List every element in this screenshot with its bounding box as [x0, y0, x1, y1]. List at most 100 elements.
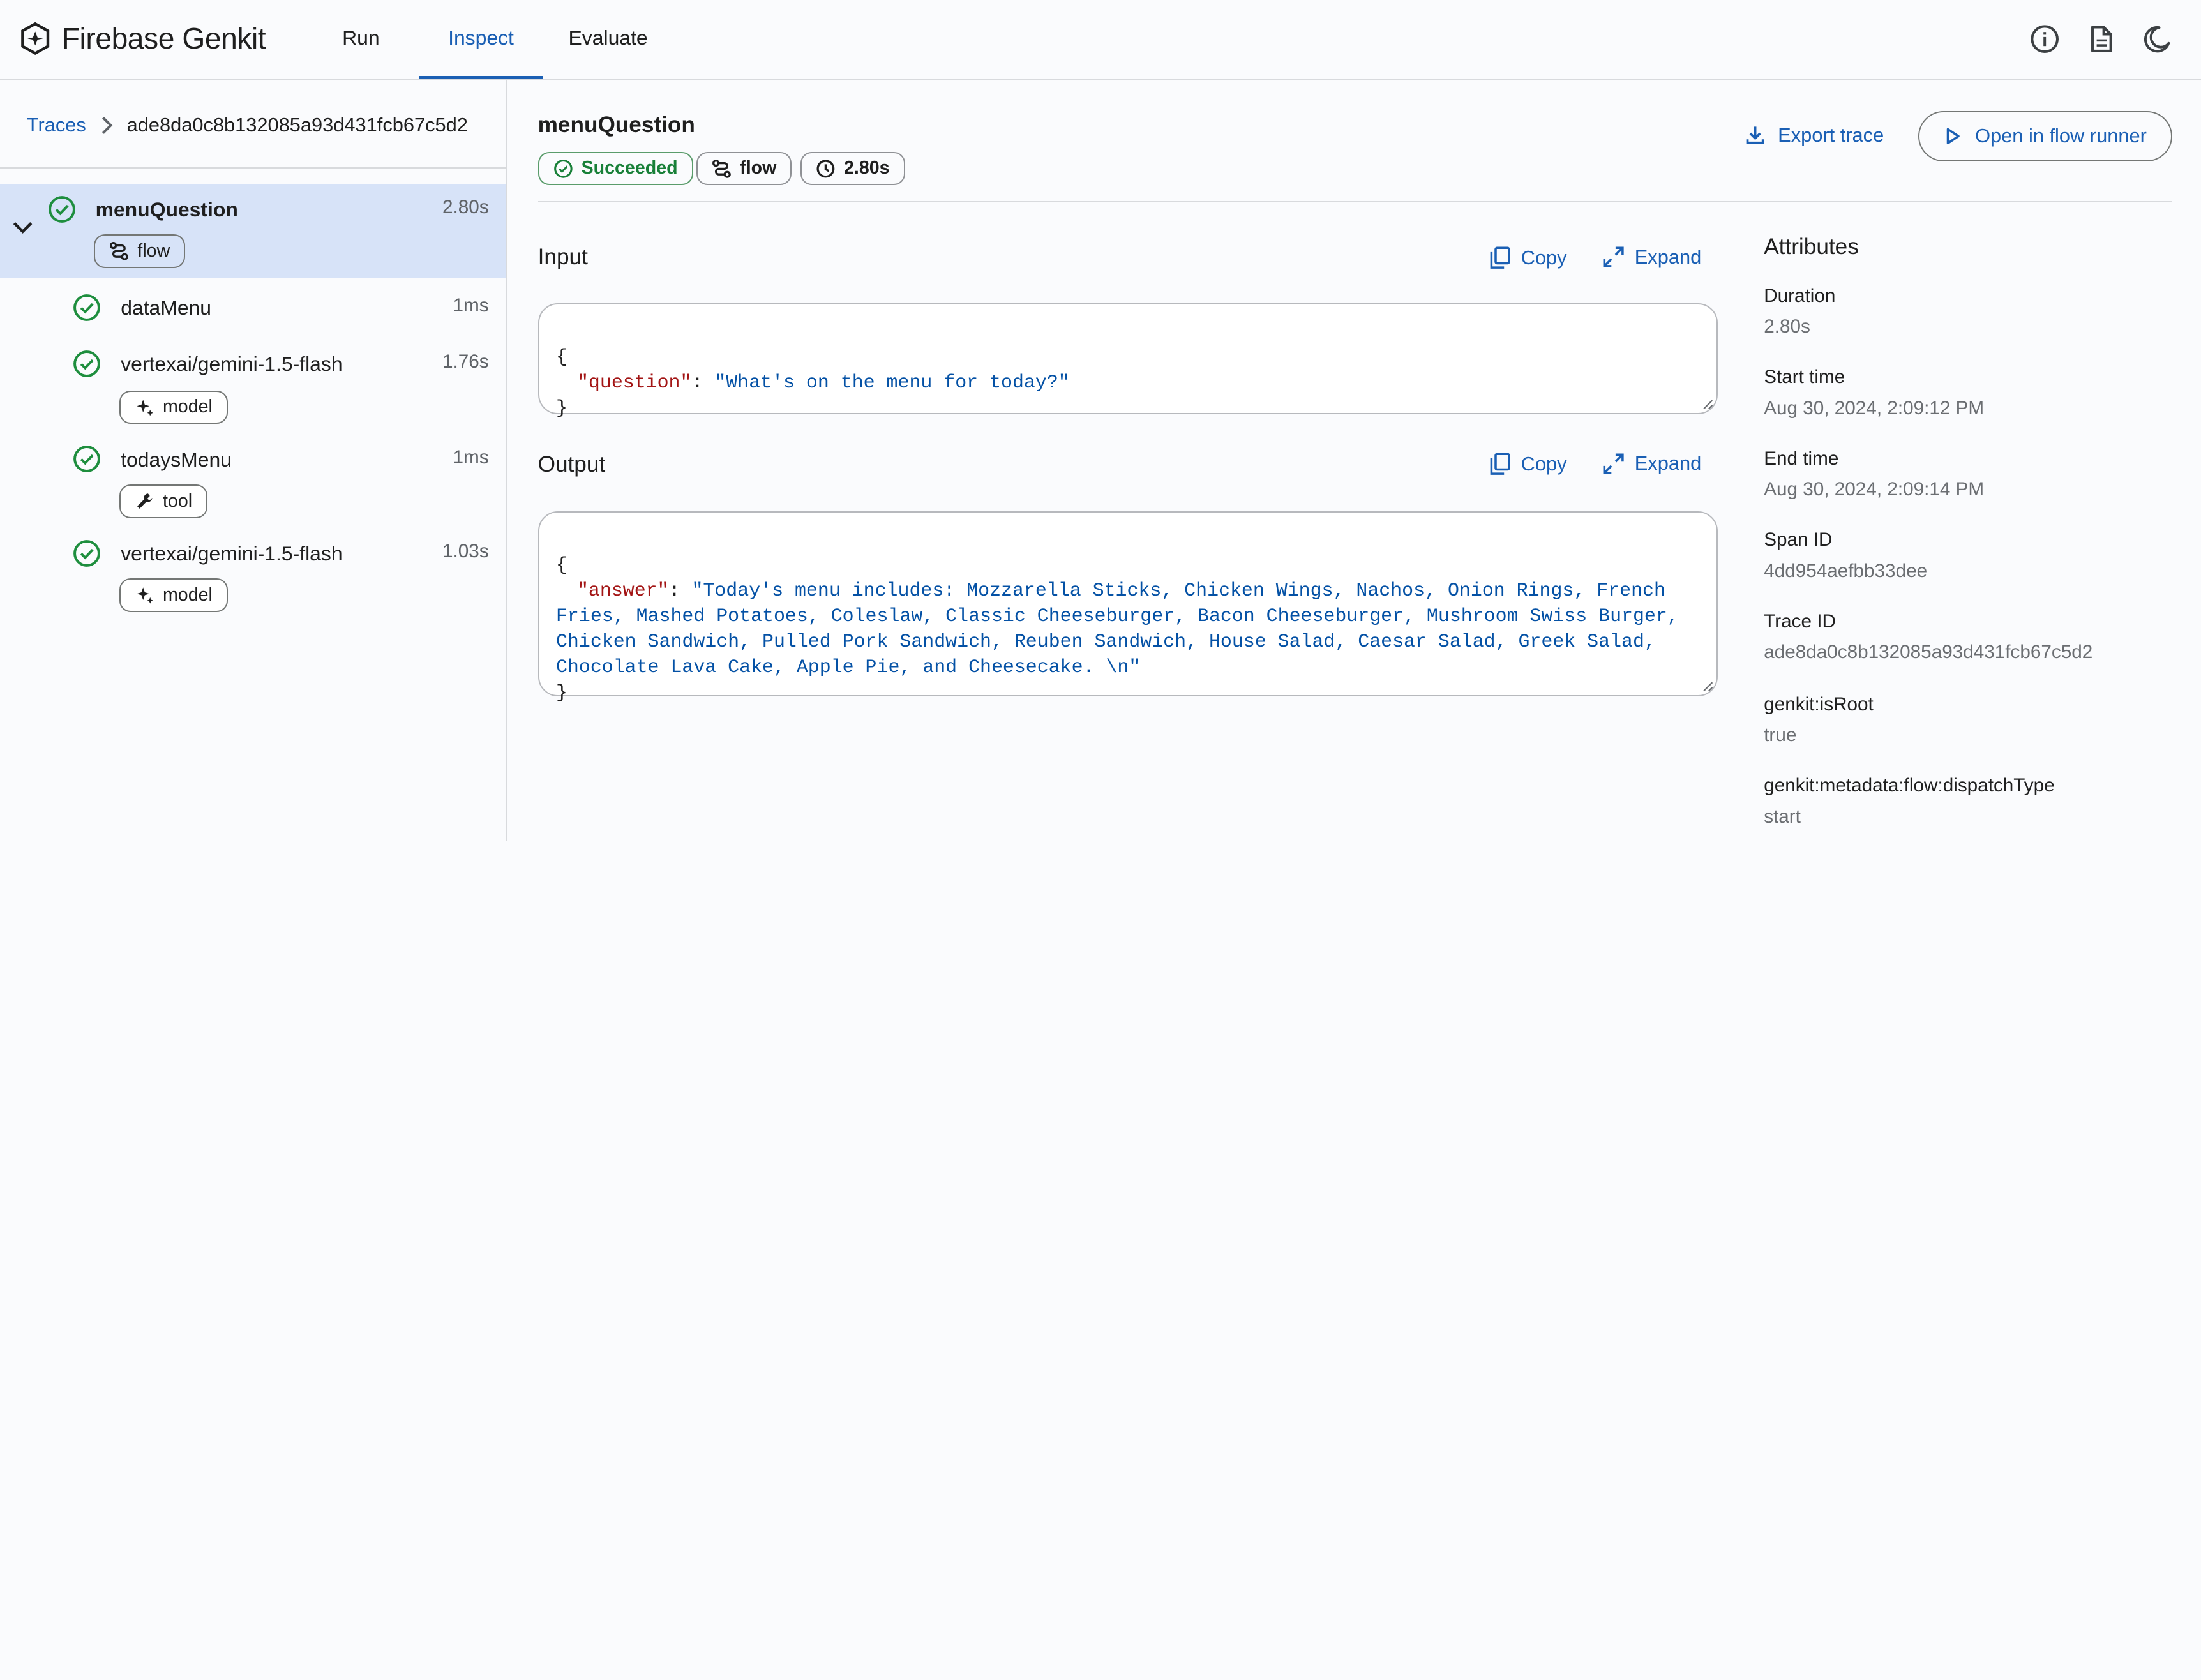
clock-icon — [816, 160, 835, 177]
attribute-name: genkit:isRoot — [1764, 693, 1874, 715]
info-icon[interactable] — [2029, 24, 2060, 54]
json-line: "answer": "Today's menu includes: Mozzar… — [556, 578, 1699, 680]
attributes-title: Attributes — [1764, 234, 1859, 260]
status-badge-label: Succeeded — [581, 158, 678, 179]
genkit-logo-icon — [20, 22, 49, 55]
tab-evaluate[interactable]: Evaluate — [562, 0, 654, 79]
success-check-icon — [48, 195, 75, 223]
tab-inspect[interactable]: Inspect — [418, 0, 544, 79]
divider — [0, 167, 506, 169]
chip-label: model — [162, 396, 213, 417]
top-bar: Firebase Genkit Run Inspect Evaluate — [0, 0, 2201, 80]
input-label: Input — [537, 244, 588, 269]
json-close-brace: } — [555, 682, 567, 704]
duration-badge-label: 2.80s — [843, 158, 890, 179]
json-value: "What's on the menu for today?" — [714, 371, 1070, 394]
attribute-name: Start time — [1764, 366, 1845, 388]
expand-label: Expand — [1634, 452, 1702, 475]
copy-icon — [1490, 453, 1510, 476]
span-duration: 1.03s — [442, 540, 489, 562]
json-value: "Today's menu includes: Mozzarella Stick… — [555, 579, 1690, 679]
chip-label: model — [162, 585, 213, 606]
attribute-name: End time — [1764, 447, 1839, 469]
json-sep: : — [691, 371, 715, 394]
json-sep: : — [668, 579, 692, 601]
span-title: menuQuestion — [537, 112, 695, 137]
divider — [537, 200, 2173, 202]
download-icon — [1747, 126, 1764, 144]
dark-mode-icon[interactable] — [2142, 24, 2172, 54]
span-name[interactable]: todaysMenu — [121, 448, 232, 472]
attribute-name: Span ID — [1764, 529, 1833, 551]
sparkle-icon — [137, 587, 154, 604]
span-name[interactable]: dataMenu — [121, 296, 211, 320]
output-expand-button[interactable]: Expand — [1602, 452, 1701, 475]
copy-label: Copy — [1521, 453, 1567, 476]
span-duration: 1ms — [453, 446, 489, 468]
json-key: "answer" — [576, 579, 669, 601]
attribute-value: 4dd954aefbb33dee — [1764, 560, 1928, 581]
attribute-value: ade8da0c8b132085a93d431fcb67c5d2 — [1764, 641, 2093, 663]
json-close-brace: } — [555, 397, 567, 419]
open-in-flow-runner-button[interactable]: Open in flow runner — [1918, 110, 2173, 161]
success-check-icon — [73, 350, 101, 377]
resize-handle-icon[interactable] — [1702, 399, 1714, 410]
success-check-icon — [73, 446, 101, 473]
sparkle-icon — [137, 399, 154, 416]
type-badge: flow — [696, 151, 792, 186]
attribute-name: genkit:metadata:flow:dispatchType — [1764, 775, 2055, 797]
play-icon — [1946, 128, 1960, 145]
chevron-right-icon — [101, 116, 113, 134]
success-check-icon — [553, 159, 573, 178]
attribute-name: Trace ID — [1764, 611, 1836, 632]
expand-icon — [1603, 453, 1624, 474]
attribute-value: 2.80s — [1764, 316, 1810, 337]
span-name[interactable]: vertexai/gemini-1.5-flash — [121, 352, 342, 376]
type-badge-label: flow — [740, 158, 777, 179]
json-key: "question" — [576, 371, 692, 394]
success-check-icon — [73, 539, 101, 567]
app-title: Firebase Genkit — [61, 22, 266, 55]
output-json-textarea[interactable]: {"answer": "Today's menu includes: Mozza… — [537, 511, 1718, 703]
docs-icon[interactable] — [2085, 24, 2116, 54]
json-open-brace: { — [555, 553, 567, 576]
json-open-brace: { — [555, 346, 567, 368]
export-trace-label: Export trace — [1778, 123, 1884, 146]
export-trace-button[interactable]: Export trace — [1744, 124, 1884, 147]
expand-icon — [1603, 246, 1624, 268]
resize-handle-icon[interactable] — [1702, 681, 1714, 693]
input-expand-button[interactable]: Expand — [1602, 246, 1701, 269]
logo[interactable]: Firebase Genkit — [20, 21, 266, 56]
attribute-value: Aug 30, 2024, 2:09:14 PM — [1764, 479, 1985, 500]
wrench-icon — [137, 493, 153, 509]
status-badge: Succeeded — [537, 151, 693, 186]
chevron-down-icon[interactable] — [11, 219, 34, 236]
span-type-chip: model — [119, 578, 228, 613]
input-copy-button[interactable]: Copy — [1489, 246, 1566, 269]
attribute-value: Aug 30, 2024, 2:09:12 PM — [1764, 397, 1985, 419]
span-duration: 1.76s — [442, 350, 489, 372]
span-duration: 1ms — [453, 294, 489, 316]
chip-label: tool — [162, 490, 193, 511]
span-type-chip: tool — [119, 484, 208, 518]
trace-tree-panel: Traces ade8da0c8b132085a93d431fcb67c5d2 … — [0, 80, 507, 841]
json-line: "question": "What's on the menu for toda… — [556, 370, 1699, 395]
output-label: Output — [537, 452, 606, 477]
input-json-textarea[interactable]: {"question": "What's on the menu for tod… — [537, 303, 1718, 419]
output-copy-button[interactable]: Copy — [1489, 452, 1566, 476]
expand-label: Expand — [1634, 246, 1702, 268]
span-name[interactable]: vertexai/gemini-1.5-flash — [121, 542, 342, 566]
breadcrumb-traces-link[interactable]: Traces — [27, 114, 86, 137]
success-check-icon — [73, 294, 101, 321]
span-row-selected[interactable] — [0, 184, 506, 278]
copy-label: Copy — [1521, 246, 1567, 269]
flow-icon — [110, 242, 129, 261]
copy-icon — [1490, 246, 1510, 269]
open-in-flow-runner-label: Open in flow runner — [1975, 124, 2147, 147]
chip-label: flow — [137, 241, 170, 262]
breadcrumb: Traces ade8da0c8b132085a93d431fcb67c5d2 — [27, 114, 468, 137]
span-type-chip: flow — [94, 234, 186, 269]
breadcrumb-trace-id: ade8da0c8b132085a93d431fcb67c5d2 — [126, 114, 468, 137]
span-name[interactable]: menuQuestion — [96, 198, 238, 221]
tab-run[interactable]: Run — [323, 0, 399, 79]
